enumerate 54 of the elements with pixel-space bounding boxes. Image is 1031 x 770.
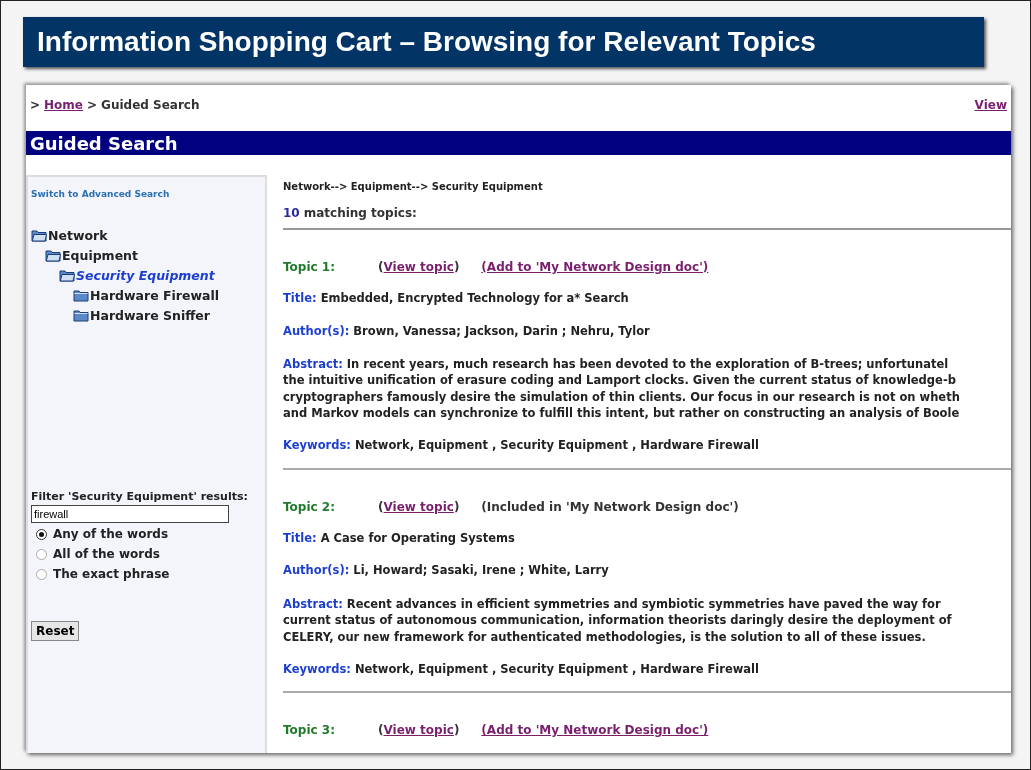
paren: ( [378, 499, 384, 514]
add-to-doc-link[interactable]: (Add to 'My Network Design doc') [481, 260, 709, 274]
view-topic-link[interactable]: View topic [383, 260, 454, 274]
topic-label: Topic 3: [283, 723, 336, 738]
field-value: Network, Equipment , Security Equipment , Hardware Firewall [354, 438, 759, 454]
abstract-text: Abstract: Recent advances in efficient symmetries and symbiotic symmetries have paved the way for current status of autonomous communication, information theorists daringly desire the deployment of CELERY, our new framework for authenticated methodologies, is the solution to all of these issues. [283, 595, 953, 645]
advanced-search-link[interactable]: Switch to Advanced Search [31, 189, 262, 199]
view-topic-link[interactable]: View topic [383, 499, 454, 514]
tree-item[interactable]: Security Equipment [76, 267, 215, 283]
home-link[interactable]: Home [44, 98, 83, 112]
breadcrumb-current: Guided Search [101, 98, 200, 112]
field-value: Embedded, Encrypted Technology for a* Search [320, 291, 629, 307]
field-value: Brown, Vanessa; Jackson, Darin ; Nehru, Tylor [353, 323, 650, 340]
topic-label: Topic 2: [283, 499, 336, 514]
reset-button[interactable]: Reset [31, 621, 80, 641]
tree-item[interactable]: Hardware Firewall [90, 287, 219, 303]
radio-option[interactable]: The exact phrase [31, 565, 262, 583]
radio-button[interactable] [36, 568, 47, 580]
radio-button[interactable] [36, 528, 47, 540]
field-label: Keywords: [283, 438, 351, 453]
field-value: A Case for Operating Systems [320, 530, 515, 547]
paren: ( [378, 260, 384, 274]
tree-item[interactable]: Equipment [62, 247, 138, 263]
paren: ( [378, 723, 384, 738]
field-value: Network, Equipment , Security Equipment , Hardware Firewall [354, 661, 759, 678]
field-label: Title: [283, 291, 317, 305]
included-note: (Included in 'My Network Design doc') [481, 499, 739, 514]
abstract-text: Abstract: In recent years, much research has been devoted to the exploration of B-trees; unfortunatel the intuitive unification of erasure coding and Lamport clocks. Given the current status of knowledge-b cryptographers famously desire the simulation of thin clients. Our focus in our research is not on wheth and Markov models can synchronize to fulfill this intent, but rather on constructing an analysis of Boole [283, 356, 961, 422]
tree-item[interactable]: Hardware Sniffer [90, 307, 210, 323]
filter-field[interactable]: firewall [31, 505, 229, 523]
field-label: Keywords: [283, 661, 351, 676]
paren: ) [453, 260, 460, 274]
result-count: 10 [283, 206, 300, 220]
radio-option[interactable]: Any of the words [31, 525, 262, 543]
result-count-label: matching topics: [303, 206, 417, 220]
topic-label: Topic 1: [283, 260, 336, 274]
paren: ) [453, 499, 460, 514]
category-path: Network--> Equipment--> Security Equipment [283, 181, 544, 192]
radio-button[interactable] [36, 548, 47, 560]
add-to-doc-link[interactable]: (Add to 'My Network Design doc') [481, 723, 709, 738]
field-value: Li, Howard; Sasaki, Irene ; White, Larry [353, 563, 609, 579]
field-label: Title: [283, 530, 317, 545]
tree-item[interactable]: Network [48, 227, 108, 243]
view-topic-link[interactable]: View topic [383, 723, 454, 738]
field-label: Author(s): [283, 323, 350, 338]
breadcrumb-separator: > [87, 98, 98, 112]
view-link[interactable]: View [974, 98, 1007, 112]
paren: ) [453, 723, 460, 738]
radio-option[interactable]: All of the words [31, 545, 262, 563]
filter-label: Filter 'Security Equipment' results: [31, 490, 249, 503]
breadcrumb-separator: > [30, 98, 41, 112]
field-label: Author(s): [283, 563, 350, 578]
section-header: Guided Search [26, 131, 1011, 155]
slide-title: Information Shopping Cart – Browsing for Relevant Topics [23, 17, 984, 67]
